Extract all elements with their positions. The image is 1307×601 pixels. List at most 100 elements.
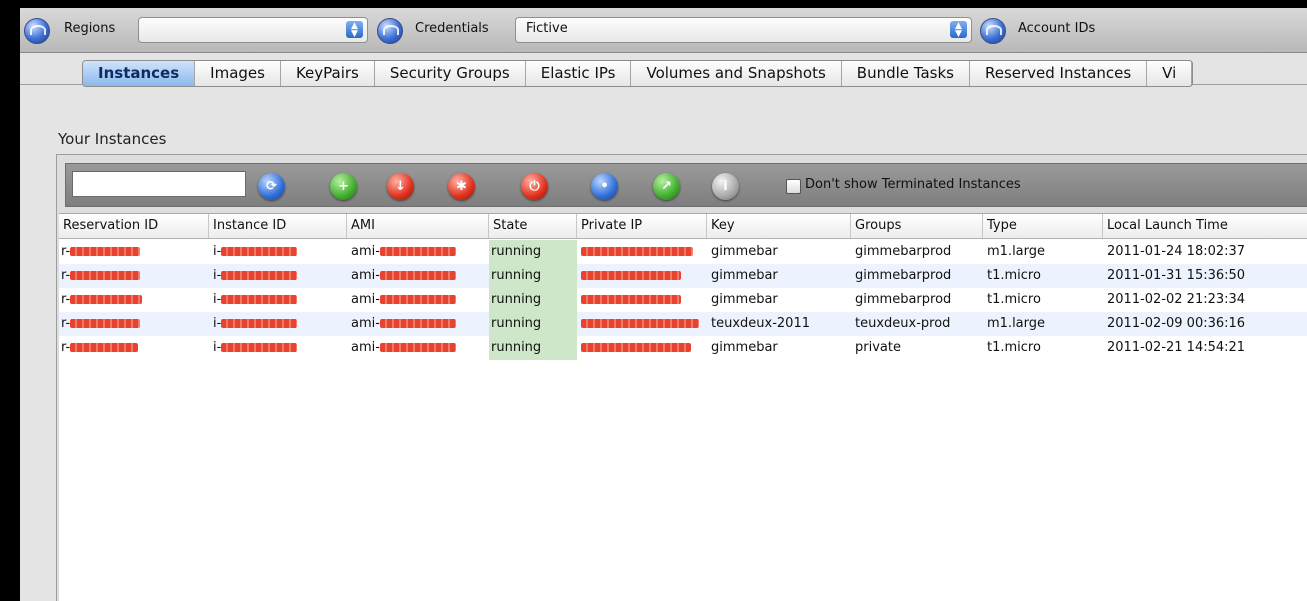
- table-header: Reservation ID Instance ID AMI State Pri…: [59, 214, 1307, 239]
- tab-instances[interactable]: Instances: [83, 61, 196, 86]
- instance-id-prefix: i-: [213, 292, 222, 307]
- credentials-icon[interactable]: [377, 18, 403, 44]
- app-window: Regions ▲ ▼ Credentials Fictive ▲ ▼ Accoun…: [20, 8, 1307, 601]
- private-ip-cell: [579, 288, 681, 312]
- tab-images[interactable]: Images: [195, 61, 281, 86]
- state-cell: running: [489, 312, 577, 336]
- reboot-icon[interactable]: ✱: [448, 173, 475, 200]
- groups-cell: gimmebarprod: [855, 268, 952, 283]
- search-input[interactable]: [72, 171, 246, 197]
- column-ami[interactable]: AMI: [347, 214, 489, 238]
- section-title: Your Instances: [58, 130, 167, 148]
- column-launch-time[interactable]: Local Launch Time: [1103, 214, 1307, 238]
- column-reservation-id[interactable]: Reservation ID: [59, 214, 209, 238]
- column-instance-id[interactable]: Instance ID: [209, 214, 347, 238]
- groups-cell: gimmebarprod: [855, 292, 952, 307]
- instance-id-prefix: i-: [213, 244, 222, 259]
- reservation-id-prefix: r-: [61, 244, 71, 259]
- reservation-id-prefix: r-: [61, 340, 71, 355]
- instance-id-prefix: i-: [213, 268, 222, 283]
- redaction-mark: [221, 247, 298, 256]
- credentials-select[interactable]: Fictive ▲ ▼: [515, 17, 972, 43]
- table-row[interactable]: r- i- ami- running gimmebar gimmebarprod…: [59, 240, 1307, 264]
- column-groups[interactable]: Groups: [851, 214, 983, 238]
- terminated-checkbox[interactable]: [786, 179, 801, 194]
- instance-id-prefix: i-: [213, 340, 222, 355]
- column-state[interactable]: State: [489, 214, 577, 238]
- ami-prefix: ami-: [351, 244, 380, 259]
- tab-volumes-snapshots[interactable]: Volumes and Snapshots: [631, 61, 842, 86]
- connect-icon[interactable]: ↗: [653, 173, 680, 200]
- tab-reserved-instances[interactable]: Reserved Instances: [970, 61, 1148, 86]
- account-ids-icon[interactable]: [980, 18, 1006, 44]
- groups-cell: private: [855, 340, 901, 355]
- redaction-mark: [70, 295, 143, 304]
- regions-label: Regions: [64, 21, 116, 36]
- column-key[interactable]: Key: [707, 214, 851, 238]
- type-cell: m1.large: [987, 244, 1046, 259]
- type-cell: t1.micro: [987, 292, 1041, 307]
- terminate-icon[interactable]: ↓: [387, 173, 414, 200]
- column-type[interactable]: Type: [983, 214, 1103, 238]
- instance-id-cell: i-: [211, 264, 298, 288]
- reservation-id-prefix: r-: [61, 292, 71, 307]
- state-cell: running: [489, 336, 577, 360]
- redaction-mark: [221, 319, 298, 328]
- launch-time-cell: 2011-02-09 00:36:16: [1107, 316, 1246, 331]
- tab-keypairs[interactable]: KeyPairs: [281, 61, 375, 86]
- instances-panel: ⟳ + ↓ ✱ ⏻ • ↗ i Don't show Terminated In…: [56, 154, 1307, 601]
- terminated-checkbox-label: Don't show Terminated Instances: [805, 177, 1021, 192]
- stop-icon[interactable]: ⏻: [521, 173, 548, 200]
- redaction-mark: [70, 319, 141, 328]
- column-private-ip[interactable]: Private IP: [577, 214, 707, 238]
- ami-cell: ami-: [349, 264, 456, 288]
- launch-time-cell: 2011-01-24 18:02:37: [1107, 244, 1246, 259]
- launch-icon[interactable]: +: [330, 173, 357, 200]
- launch-time-cell: 2011-01-31 15:36:50: [1107, 268, 1246, 283]
- redaction-mark: [379, 271, 456, 280]
- redaction-mark: [70, 343, 139, 352]
- redaction-mark: [581, 343, 691, 352]
- ami-prefix: ami-: [351, 340, 380, 355]
- redaction-mark: [221, 343, 298, 352]
- key-cell: gimmebar: [711, 292, 778, 307]
- table-row[interactable]: r- i- ami- running gimmebar private t1.m…: [59, 336, 1307, 360]
- instances-action-bar: ⟳ + ↓ ✱ ⏻ • ↗ i Don't show Terminated In…: [65, 163, 1307, 207]
- key-cell: teuxdeux-2011: [711, 316, 810, 331]
- instances-table: Reservation ID Instance ID AMI State Pri…: [59, 213, 1307, 601]
- instance-id-cell: i-: [211, 312, 298, 336]
- ami-cell: ami-: [349, 240, 456, 264]
- redaction-mark: [581, 271, 681, 280]
- table-row[interactable]: r- i- ami- running gimmebar gimmebarprod…: [59, 288, 1307, 312]
- tab-elastic-ips[interactable]: Elastic IPs: [526, 61, 632, 86]
- regions-select[interactable]: ▲ ▼: [138, 17, 368, 43]
- instance-id-prefix: i-: [213, 316, 222, 331]
- table-row[interactable]: r- i- ami- running gimmebar gimmebarprod…: [59, 264, 1307, 288]
- info-icon[interactable]: i: [712, 173, 739, 200]
- redaction-mark: [379, 343, 456, 352]
- console-output-icon[interactable]: •: [591, 173, 618, 200]
- instance-id-cell: i-: [211, 336, 298, 360]
- table-row[interactable]: r- i- ami- running teuxdeux-2011 teuxdeu…: [59, 312, 1307, 336]
- redaction-mark: [379, 247, 456, 256]
- reservation-id-cell: r-: [59, 336, 139, 360]
- redaction-mark: [221, 295, 298, 304]
- private-ip-cell: [579, 264, 681, 288]
- instance-id-cell: i-: [211, 240, 298, 264]
- key-cell: gimmebar: [711, 244, 778, 259]
- refresh-icon[interactable]: ⟳: [258, 173, 285, 200]
- credentials-label: Credentials: [415, 21, 489, 36]
- redaction-mark: [581, 247, 693, 256]
- app-globe-icon[interactable]: [24, 18, 50, 44]
- state-cell: running: [489, 264, 577, 288]
- tab-security-groups[interactable]: Security Groups: [375, 61, 526, 86]
- tab-bundle-tasks[interactable]: Bundle Tasks: [842, 61, 970, 86]
- type-cell: m1.large: [987, 316, 1046, 331]
- private-ip-cell: [579, 240, 693, 264]
- tab-vi[interactable]: Vi: [1147, 61, 1193, 86]
- reservation-id-cell: r-: [59, 264, 141, 288]
- reservation-id-prefix: r-: [61, 268, 71, 283]
- redaction-mark: [581, 319, 699, 328]
- private-ip-cell: [579, 336, 691, 360]
- redaction-mark: [379, 319, 456, 328]
